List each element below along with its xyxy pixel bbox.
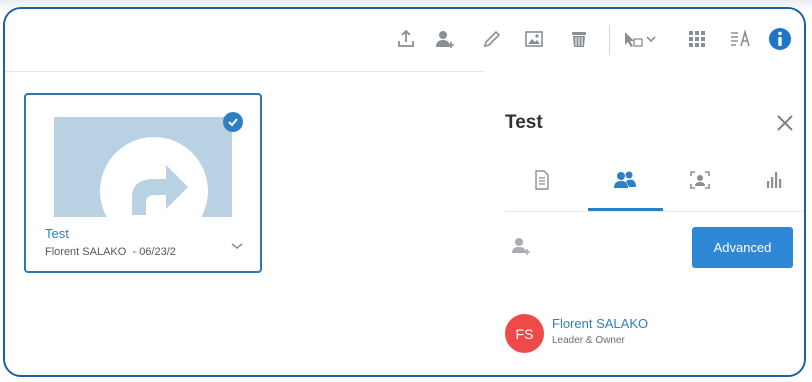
card-owner: Florent SALAKO — [45, 246, 127, 258]
upload-icon[interactable] — [393, 26, 419, 52]
avatar: FS — [505, 314, 544, 353]
tab-details[interactable] — [517, 169, 567, 211]
toolbar-separator — [609, 25, 610, 55]
toolbar — [5, 9, 804, 72]
card-title[interactable]: Test — [45, 226, 69, 241]
tabs-divider — [505, 211, 804, 212]
card-date: 06/23/2 — [139, 246, 176, 258]
panel-tabs — [505, 169, 804, 211]
tab-members[interactable] — [588, 169, 663, 211]
selected-check-icon[interactable] — [223, 112, 243, 132]
tab-recognition[interactable] — [675, 169, 725, 211]
project-thumbnail — [54, 117, 232, 217]
add-user-icon — [512, 238, 530, 255]
project-card[interactable]: Test Florent SALAKO - 06/23/2 — [24, 93, 262, 273]
trash-icon[interactable] — [566, 26, 592, 52]
image-icon[interactable] — [521, 26, 547, 52]
card-subtitle: Florent SALAKO - 06/23/2 — [45, 246, 176, 258]
pencil-icon[interactable] — [479, 26, 505, 52]
add-member-button[interactable] — [510, 235, 532, 262]
details-panel: Test Advanced FS Florent SALAKO Leader & — [485, 71, 804, 375]
advanced-button[interactable]: Advanced — [692, 227, 793, 268]
close-icon[interactable] — [776, 114, 794, 132]
member-name[interactable]: Florent SALAKO — [552, 316, 648, 331]
panel-title: Test — [505, 112, 543, 133]
card-date-separator: - — [132, 246, 137, 258]
info-icon[interactable] — [767, 26, 793, 52]
document-icon — [535, 170, 549, 190]
add-user-icon[interactable] — [432, 26, 458, 52]
people-icon — [614, 171, 636, 188]
app-window: Test Florent SALAKO - 06/23/2 Test Advan… — [3, 7, 806, 377]
tab-statistics[interactable] — [750, 169, 800, 211]
select-cursor-icon[interactable] — [620, 26, 660, 52]
member-role: Leader & Owner — [552, 335, 625, 346]
share-arrow-icon — [132, 165, 188, 215]
grid-view-icon[interactable] — [684, 26, 710, 52]
sort-icon[interactable] — [727, 26, 753, 52]
chevron-down-icon[interactable] — [230, 241, 244, 251]
bar-chart-icon — [767, 172, 782, 188]
face-scan-icon — [690, 171, 710, 189]
